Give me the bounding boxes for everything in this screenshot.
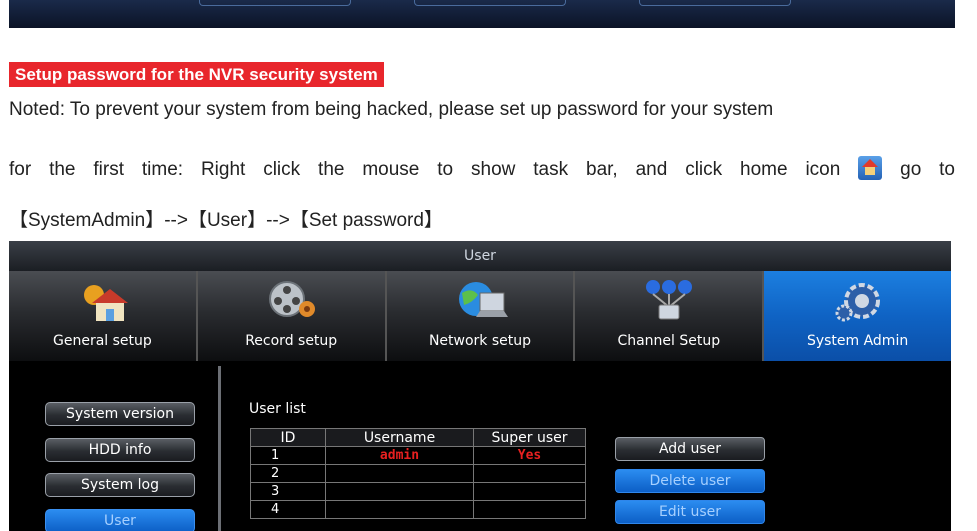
table-row[interactable]: 4 xyxy=(250,500,586,519)
main-tabs: General setup Record setup Network setup xyxy=(9,271,951,361)
column-header-username: Username xyxy=(325,428,474,447)
column-header-id: ID xyxy=(250,428,326,447)
network-nodes-icon xyxy=(645,280,692,320)
delete-user-button[interactable]: Delete user xyxy=(615,469,765,493)
table-row[interactable]: 2 xyxy=(250,464,586,483)
menu-path: 【SystemAdmin】-->【User】-->【Set password】 xyxy=(9,210,443,231)
tab-channel-setup[interactable]: Channel Setup xyxy=(575,271,765,361)
tab-record-setup[interactable]: Record setup xyxy=(197,271,387,361)
cell-id: 1 xyxy=(250,446,326,465)
strip-slot xyxy=(199,0,351,6)
note-line: Noted: To prevent your system from being… xyxy=(9,99,774,120)
cell-super-user xyxy=(473,482,586,501)
tab-system-admin[interactable]: System Admin xyxy=(764,271,951,361)
cell-id: 4 xyxy=(250,500,326,519)
top-image-strip xyxy=(9,0,955,28)
table-header-row: ID Username Super user xyxy=(250,428,586,447)
tab-network-setup[interactable]: Network setup xyxy=(386,271,576,361)
house-gear-icon xyxy=(84,285,129,321)
tab-label: Record setup xyxy=(245,333,338,349)
cell-id: 2 xyxy=(250,464,326,483)
instruction-text-a: for the first time: Right click the mous… xyxy=(9,159,841,180)
window-title: User xyxy=(9,241,951,271)
sidebar-item-user[interactable]: User xyxy=(45,509,195,531)
table-row[interactable]: 3 xyxy=(250,482,586,501)
edit-user-button[interactable]: Edit user xyxy=(615,500,765,524)
strip-slot xyxy=(414,0,566,6)
cell-username xyxy=(325,482,474,501)
cell-super-user: Yes xyxy=(473,446,586,465)
cell-id: 3 xyxy=(250,482,326,501)
sidebar-item-hdd-info[interactable]: HDD info xyxy=(45,438,195,462)
tab-label: Network setup xyxy=(428,333,532,349)
gears-icon xyxy=(835,283,880,322)
tab-label: Channel Setup xyxy=(617,333,721,349)
globe-laptop-icon xyxy=(458,282,508,317)
strip-slot xyxy=(639,0,791,6)
cell-super-user xyxy=(473,500,586,519)
home-icon xyxy=(858,156,883,180)
tab-label: System Admin xyxy=(806,333,909,349)
add-user-button[interactable]: Add user xyxy=(615,437,765,461)
panel-divider xyxy=(218,366,221,531)
user-list-label: User list xyxy=(249,401,306,417)
section-title: Setup password for the NVR security syst… xyxy=(9,62,384,87)
tab-general-setup[interactable]: General setup xyxy=(9,271,198,361)
user-table: ID Username Super user 1 admin Yes 2 3 4 xyxy=(250,428,586,519)
nvr-user-screen: User General setup Record setup Network … xyxy=(9,241,951,531)
film-reel-icon xyxy=(269,281,316,317)
instruction-line: for the first time: Right click the mous… xyxy=(9,156,955,181)
table-row[interactable]: 1 admin Yes xyxy=(250,446,586,465)
cell-username xyxy=(325,500,474,519)
tab-label: General setup xyxy=(53,333,152,349)
instruction-text-b: go to xyxy=(900,159,956,180)
cell-username xyxy=(325,464,474,483)
sidebar-item-system-log[interactable]: System log xyxy=(45,473,195,497)
cell-super-user xyxy=(473,464,586,483)
sidebar-item-system-version[interactable]: System version xyxy=(45,402,195,426)
column-header-super-user: Super user xyxy=(473,428,586,447)
cell-username: admin xyxy=(325,446,474,465)
